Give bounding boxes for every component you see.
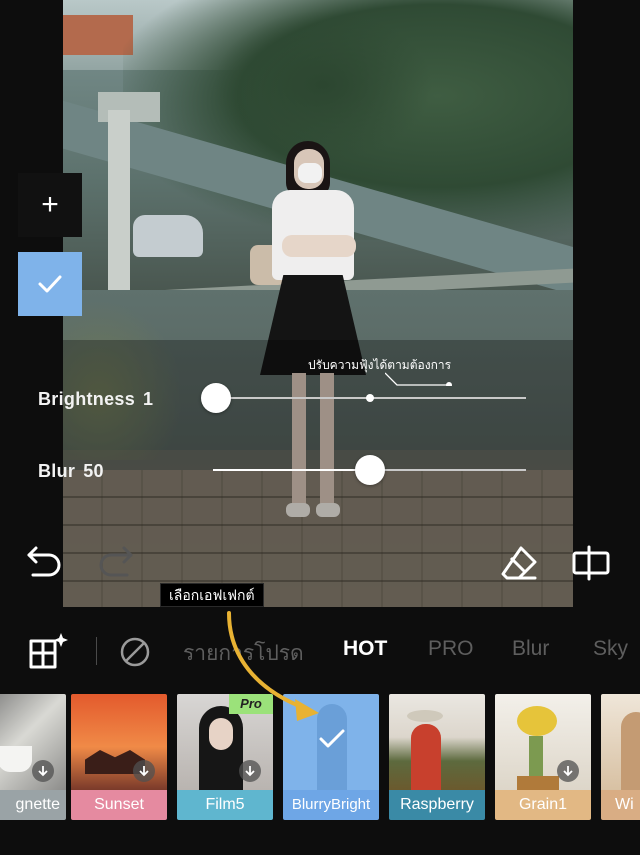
film5-download-icon: [239, 760, 261, 782]
vignette-label: gnette: [0, 790, 66, 820]
grain1-stems-shape: [529, 736, 543, 778]
blur-value: 50: [83, 461, 104, 481]
compare-icon: [572, 545, 610, 581]
raspberry-person-shape: [411, 724, 441, 790]
tab-sky[interactable]: Sky: [593, 637, 628, 661]
brightness-track[interactable]: [201, 383, 526, 413]
selected-layer-thumbnail[interactable]: [18, 252, 82, 316]
undo-button[interactable]: [24, 542, 64, 582]
brightness-default-marker: [365, 394, 374, 402]
pointer-arrow-icon: [227, 611, 319, 721]
brightness-value: 1: [143, 389, 154, 409]
selected-check-icon: [319, 729, 345, 748]
raspberry-hat-shape: [407, 710, 443, 722]
wi-person-shape: [621, 712, 640, 790]
film5-label: Film5: [177, 790, 273, 820]
blur-slider-row: Blur 50: [38, 455, 538, 487]
cup-shape: [0, 746, 32, 772]
blurrybright-label: BlurryBright: [283, 790, 379, 820]
tab-pro[interactable]: PRO: [428, 637, 474, 661]
sunset-label: Sunset: [71, 790, 167, 820]
instruction-label: เลือกเอฟเฟกต์: [160, 583, 264, 607]
brightness-name: Brightness: [38, 389, 136, 409]
check-icon: [38, 275, 62, 293]
effect-tile-raspberry[interactable]: Raspberry: [389, 694, 485, 820]
sunset-download-icon: [133, 760, 155, 782]
wi-thumb: [601, 694, 640, 790]
grain1-label: Grain1: [495, 790, 591, 820]
effect-tile-vignette[interactable]: gnette: [0, 694, 66, 820]
person-mask: [298, 163, 322, 183]
blur-name: Blur: [38, 461, 76, 481]
compare-button[interactable]: [570, 542, 612, 584]
brightness-label: Brightness 1: [38, 389, 153, 410]
effect-tile-grain1[interactable]: Grain1: [495, 694, 591, 820]
redo-icon: [99, 546, 133, 577]
brightness-thumb[interactable]: [201, 383, 232, 413]
effect-tile-wi[interactable]: Wi: [601, 694, 640, 820]
brightness-slider-row: Brightness 1: [38, 383, 538, 415]
blur-track-fill: [213, 469, 370, 471]
tab-blur[interactable]: Blur: [512, 637, 549, 661]
tab-hot[interactable]: HOT: [343, 637, 387, 661]
grain1-flowers-shape: [517, 706, 557, 736]
vignette-download-icon: [32, 760, 54, 782]
add-layer-button[interactable]: +: [18, 173, 82, 237]
undo-icon: [27, 546, 61, 577]
wi-label: Wi: [601, 790, 640, 820]
person-arms: [282, 235, 356, 257]
blur-track[interactable]: [213, 455, 526, 485]
photo-canvas[interactable]: [63, 0, 573, 607]
photo-car: [133, 215, 203, 257]
effect-tile-sunset[interactable]: Sunset: [71, 694, 167, 820]
photo-post: [108, 110, 130, 300]
raspberry-thumb: [389, 694, 485, 790]
blur-thumb[interactable]: [354, 455, 385, 485]
grain1-download-icon: [557, 760, 579, 782]
redo-button[interactable]: [96, 542, 136, 582]
eraser-icon: [501, 546, 537, 580]
blur-label: Blur 50: [38, 461, 104, 482]
eraser-button[interactable]: [497, 542, 541, 584]
raspberry-label: Raspberry: [389, 790, 485, 820]
grain1-table-shape: [517, 776, 559, 790]
